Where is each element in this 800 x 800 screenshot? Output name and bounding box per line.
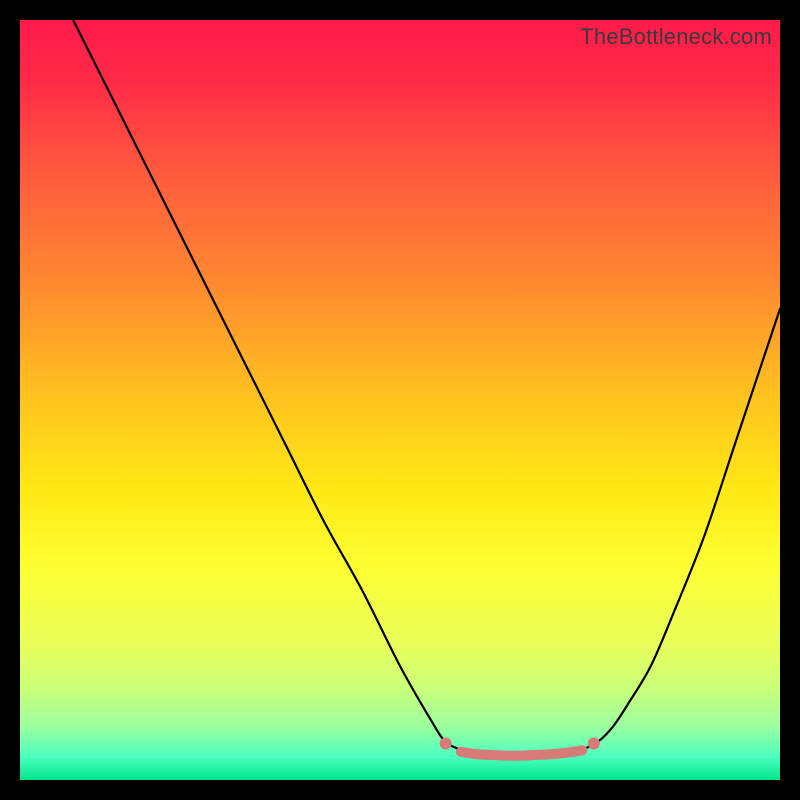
flat-segment-layer	[461, 750, 583, 755]
watermark-text: TheBottleneck.com	[580, 24, 772, 50]
endpoint-marker-0	[440, 738, 452, 750]
bottleneck-chart	[20, 20, 780, 780]
optimal-range-band	[461, 750, 583, 755]
chart-frame: TheBottleneck.com	[20, 20, 780, 780]
endpoint-marker-1	[588, 738, 600, 750]
